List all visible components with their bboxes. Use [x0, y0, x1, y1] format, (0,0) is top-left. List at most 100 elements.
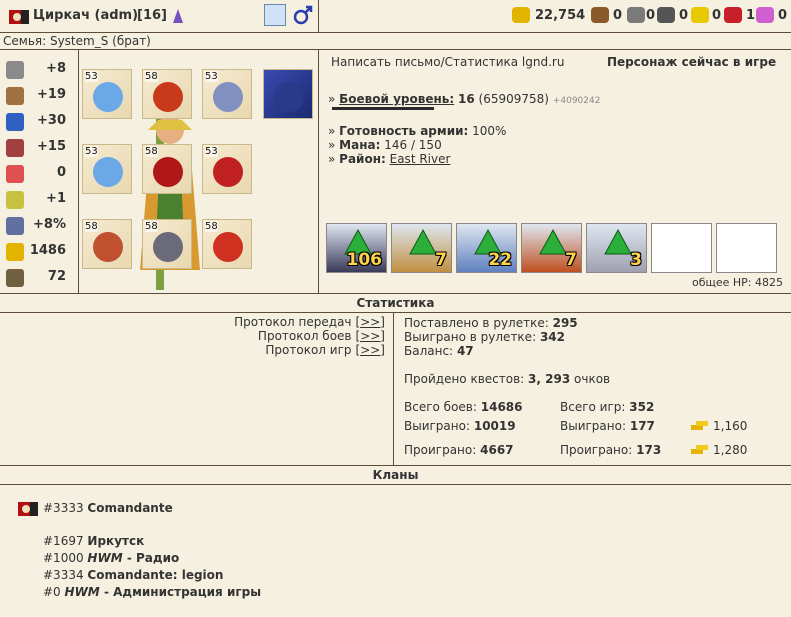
army-unit-slot[interactable]: 7 [521, 223, 582, 273]
player-level: [16] [137, 8, 167, 23]
defense-icon [6, 87, 24, 105]
stat-row: +8% [0, 214, 76, 236]
games-total-label: Всего игр: [560, 400, 626, 414]
army-unit-slot[interactable]: 7 [391, 223, 452, 273]
artifact-level: 58 [85, 221, 98, 232]
total-hp: общее HP: 4825 [691, 276, 783, 289]
mana-row: » Мана: 146 / 150 [328, 138, 442, 152]
scales-icon [6, 269, 24, 287]
equipment-slot[interactable]: 58 [82, 219, 132, 269]
unit-count: 3 [630, 250, 642, 270]
stat-value: +15 [37, 139, 66, 154]
equipment-slot[interactable]: 58 [202, 219, 252, 269]
stat-value: 0 [56, 165, 66, 180]
protocol-links: Протокол передач [>>] Протокол боев [>>] Про… [0, 315, 385, 357]
clan-item[interactable]: #3334 Comandante: legion [43, 568, 223, 582]
player-name[interactable]: Циркач (adm) [33, 8, 138, 23]
battles-lost-value: 4667 [480, 443, 514, 457]
quests-row: Пройдено квестов: 3, 293 очков [404, 372, 610, 386]
equipment-slot[interactable]: 53 [202, 69, 252, 119]
army-ready-value: 100% [472, 124, 507, 138]
mercury-icon [657, 7, 675, 23]
unit-count: 22 [488, 250, 512, 270]
wood-icon [591, 7, 609, 23]
attack-icon [6, 61, 24, 79]
artifact-icon [213, 82, 243, 112]
games-won-label: Выиграно: [560, 419, 627, 433]
clan-id: #1697 [43, 534, 84, 548]
morale-icon [6, 191, 24, 209]
equipment-slot[interactable]: 53 [82, 144, 132, 194]
profile-page: Циркач (adm) [16] Семья: System_S (брат)… [0, 0, 791, 617]
statistics-heading: Статистика [356, 296, 435, 310]
portrait-icon[interactable] [264, 4, 286, 26]
clan-item[interactable]: #0 HWM - Администрация игры [43, 585, 261, 599]
initiative-icon [6, 217, 24, 235]
equipment-slot[interactable]: 58 [142, 144, 192, 194]
mana-label: Мана: [339, 138, 381, 152]
gold-won-value: 1,160 [713, 419, 748, 433]
stat-row: 72 [0, 266, 76, 288]
army-unit-slot[interactable]: 106 [326, 223, 387, 273]
quests-value: 3, 293 [528, 372, 571, 386]
protocol-row: Протокол передач [>>] [0, 315, 385, 329]
unit-count: 7 [435, 250, 447, 270]
army-unit-slot[interactable]: 22 [456, 223, 517, 273]
spellpower-icon [6, 113, 24, 131]
protocol-open-link[interactable]: [>>] [356, 343, 385, 357]
clan-flag-icon [18, 501, 38, 516]
balance-row: Баланс: 47 [404, 344, 474, 358]
roulette-won-label: Выиграно в рулетке: [404, 330, 537, 344]
stat-value: +1 [46, 191, 66, 206]
stat-value: +8% [33, 217, 66, 232]
equipment-slot[interactable] [263, 69, 313, 119]
sulfur-icon [691, 7, 709, 23]
resource-value: 0 [613, 8, 623, 23]
games-total-row: Всего игр: 352 [560, 400, 654, 414]
luck-icon [6, 165, 24, 183]
info-links: Написать письмо/Статистика lgnd.ru [331, 55, 564, 69]
stats-link[interactable]: Статистика lgnd.ru [445, 55, 565, 69]
gold-icon [6, 243, 24, 261]
protocol-label: Протокол передач [234, 315, 352, 329]
district-link[interactable]: East River [390, 152, 451, 166]
equipment-slot[interactable]: 53 [202, 144, 252, 194]
clan-item[interactable]: #1000 HWM - Радио [43, 551, 179, 565]
balance-value: 47 [456, 344, 474, 358]
resource-value: 0 [646, 8, 656, 23]
army-unit-slot[interactable]: 3 [586, 223, 647, 273]
resource-value: 22,754 [535, 8, 586, 23]
artifact-icon [93, 157, 123, 187]
equipment-panel: 53 58 53 53 58 53 58 58 58 [80, 50, 318, 292]
upgrade-arrow-icon [604, 228, 632, 255]
protocol-row: Протокол игр [>>] [0, 343, 385, 357]
clan-item[interactable]: #1697 Иркутск [43, 534, 144, 548]
roulette-bet-label: Поставлено в рулетке: [404, 316, 549, 330]
protocol-label: Протокол игр [265, 343, 352, 357]
gems-icon [756, 7, 774, 23]
protocol-open-link[interactable]: [>>] [356, 329, 385, 343]
battles-lost-row: Проиграно: 4667 [404, 443, 514, 457]
protocol-open-link[interactable]: [>>] [356, 315, 385, 329]
combat-level-label[interactable]: Боевой уровень: [339, 92, 454, 106]
main-clan[interactable]: #3333 Comandante [43, 501, 173, 515]
artifact-icon [213, 232, 243, 262]
artifact-icon [153, 82, 183, 112]
combat-exp: (65909758) [478, 92, 549, 106]
stat-row: +15 [0, 136, 76, 158]
empty-unit-slot [651, 223, 712, 273]
gold-icon [690, 442, 710, 456]
exp-progress-bar [332, 107, 434, 110]
male-gender-icon [292, 4, 314, 26]
knowledge-icon [6, 139, 24, 157]
write-letter-link[interactable]: Написать письмо [331, 55, 441, 69]
stat-value: 1486 [29, 243, 66, 258]
protocol-label: Протокол боев [257, 329, 352, 343]
artifact-level: 58 [145, 71, 158, 82]
equipment-slot[interactable]: 53 [82, 69, 132, 119]
stat-row: +30 [0, 110, 76, 132]
protocol-row: Протокол боев [>>] [0, 329, 385, 343]
equipment-slot[interactable]: 58 [142, 69, 192, 119]
artifact-level: 58 [145, 146, 158, 157]
equipment-slot[interactable]: 58 [142, 219, 192, 269]
